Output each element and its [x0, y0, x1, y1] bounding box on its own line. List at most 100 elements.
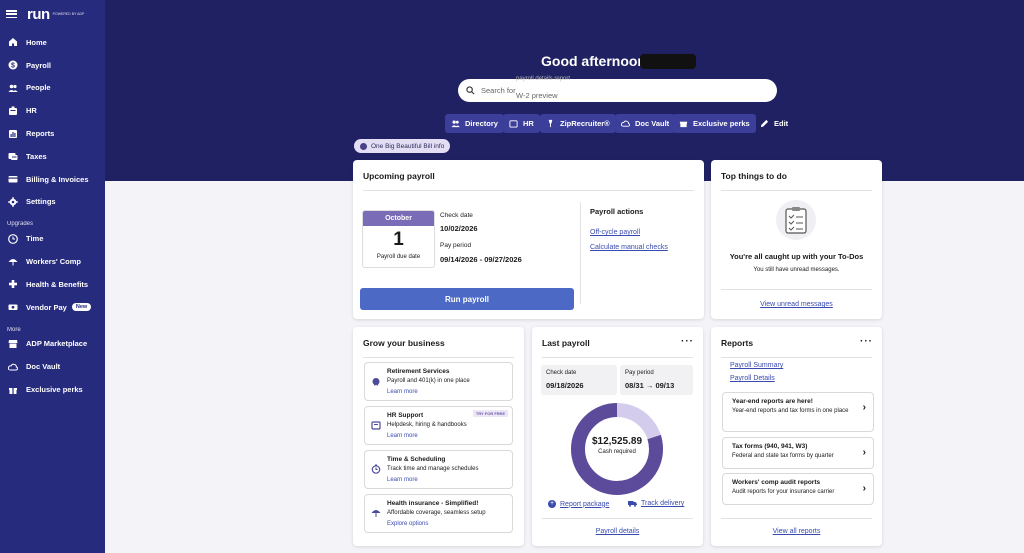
- quick-link-label: Doc Vault: [635, 119, 670, 128]
- hr-icon: [7, 105, 19, 117]
- more-options-icon[interactable]: ···: [860, 336, 873, 347]
- card-title: Reports: [721, 338, 754, 348]
- quick-link-doc-vault[interactable]: Doc Vault: [615, 114, 676, 133]
- greeting-text: Good afternoon,: [541, 53, 650, 69]
- menu-icon[interactable]: [6, 10, 17, 18]
- quick-link-ziprecruiter[interactable]: ZipRecruiter®: [540, 114, 616, 133]
- sidebar-item-label: Exclusive perks: [26, 385, 83, 395]
- promo-description: Affordable coverage, seamless setup: [387, 510, 486, 516]
- sidebar-item-settings[interactable]: Settings: [0, 191, 105, 214]
- quick-link-hr[interactable]: HR: [503, 114, 540, 133]
- pay-period-label: Pay period: [440, 242, 472, 249]
- info-pill[interactable]: One Big Beautiful Bill info: [354, 139, 451, 153]
- sidebar-item-reports[interactable]: Reports: [0, 122, 105, 145]
- sidebar-item-workers-comp[interactable]: Workers' Comp: [0, 250, 105, 273]
- sidebar-item-billing[interactable]: Billing & Invoices: [0, 168, 105, 191]
- upcoming-payroll-card: Upcoming payroll October 1 Payroll due d…: [353, 160, 704, 319]
- payroll-due-calendar: October 1 Payroll due date: [362, 210, 435, 268]
- check-date-label: Check date: [440, 212, 473, 219]
- quick-link-directory[interactable]: Directory: [445, 114, 504, 133]
- report-item-title: Year-end reports are here!: [732, 398, 813, 405]
- tax-forms-item[interactable]: Tax forms (940, 941, W3) Federal and sta…: [722, 437, 874, 469]
- promo-link[interactable]: Learn more: [387, 433, 418, 439]
- payroll-summary-link[interactable]: Payroll Summary: [730, 362, 783, 369]
- sidebar-item-label: Doc Vault: [26, 362, 61, 372]
- logo[interactable]: run: [27, 6, 50, 23]
- search-suggestion-current: W-2 preview: [516, 91, 558, 100]
- last-pay-period-box: Pay period 08/31 → 09/13: [620, 365, 693, 395]
- sidebar-item-label: Billing & Invoices: [26, 174, 89, 184]
- sidebar-item-vendor-pay[interactable]: Vendor Pay New: [0, 296, 105, 319]
- cash-required-label: Cash required: [598, 449, 636, 455]
- report-package-label: Report package: [560, 500, 610, 508]
- todo-headline: You're all caught up with your To-Dos: [729, 252, 864, 261]
- reports-icon: [7, 128, 19, 140]
- promo-link[interactable]: Explore options: [387, 521, 428, 527]
- sidebar-item-time[interactable]: Time: [0, 227, 105, 250]
- sidebar-item-marketplace[interactable]: ADP Marketplace: [0, 333, 105, 356]
- marketplace-icon: [7, 338, 19, 350]
- umbrella-icon: [371, 510, 381, 517]
- quick-link-label: ZipRecruiter®: [560, 119, 610, 128]
- track-delivery-link[interactable]: Track delivery: [628, 500, 684, 507]
- sidebar-item-exclusive-perks[interactable]: Exclusive perks: [0, 378, 105, 401]
- promo-link[interactable]: Learn more: [387, 477, 418, 483]
- run-payroll-button[interactable]: Run payroll: [360, 288, 574, 310]
- payroll-details-link[interactable]: Payroll details: [532, 528, 703, 535]
- stopwatch-icon: [371, 464, 381, 474]
- divider: [721, 289, 872, 290]
- quick-link-label: Exclusive perks: [693, 119, 750, 128]
- off-cycle-payroll-link[interactable]: Off-cycle payroll: [590, 229, 640, 236]
- sidebar-item-payroll[interactable]: $ Payroll: [0, 54, 105, 77]
- view-all-reports-link[interactable]: View all reports: [711, 528, 882, 535]
- calculate-manual-checks-link[interactable]: Calculate manual checks: [590, 244, 668, 251]
- try-for-free-tag: TRY FOR FREE: [472, 410, 508, 417]
- calendar-day: 1: [393, 229, 404, 250]
- promo-hr-support[interactable]: TRY FOR FREE HR Support Helpdesk, hiring…: [364, 406, 513, 445]
- search-input[interactable]: Search for payroll details report W-2 pr…: [458, 76, 777, 102]
- more-options-icon[interactable]: ···: [681, 336, 694, 347]
- report-package-link[interactable]: + Report package: [548, 500, 609, 508]
- promo-link[interactable]: Learn more: [387, 389, 418, 395]
- pay-period-value: 09/14/2026 - 09/27/2026: [440, 255, 522, 264]
- sidebar-item-label: Payroll: [26, 60, 52, 70]
- promo-time-scheduling[interactable]: Time & Scheduling Track time and manage …: [364, 450, 513, 489]
- quick-link-exclusive-perks[interactable]: Exclusive perks: [673, 114, 756, 133]
- sidebar-item-hr[interactable]: HR: [0, 99, 105, 122]
- edit-quick-links-button[interactable]: Edit: [754, 114, 794, 133]
- quick-link-label: Edit: [774, 119, 789, 128]
- sidebar-header: run POWERED BY ADP: [0, 0, 105, 28]
- view-unread-messages-link[interactable]: View unread messages: [711, 301, 882, 308]
- year-end-reports-item[interactable]: Year-end reports are here! Year-end repo…: [722, 392, 874, 432]
- search-suggestion-previous: payroll details report: [516, 76, 571, 82]
- gift-icon: [679, 121, 688, 128]
- gift-icon: [7, 384, 19, 396]
- sidebar-item-people[interactable]: People: [0, 77, 105, 100]
- clipboard-icon: [776, 200, 816, 240]
- new-badge: New: [71, 303, 92, 312]
- chevron-right-icon: ›: [862, 483, 866, 494]
- promo-retirement-services[interactable]: Retirement Services Payroll and 401(k) i…: [364, 362, 513, 401]
- divider: [542, 357, 693, 358]
- promo-health-insurance[interactable]: Health insurance - Simplified! Affordabl…: [364, 494, 513, 533]
- last-payroll-card: Last payroll ··· Check date 09/18/2026 P…: [532, 327, 703, 546]
- cloud-icon: [621, 120, 630, 127]
- vendor-icon: [7, 301, 19, 313]
- sidebar-item-health[interactable]: Health & Benefits: [0, 273, 105, 296]
- pencil-icon: [760, 119, 769, 128]
- payroll-details-report-link[interactable]: Payroll Details: [730, 375, 775, 382]
- card-title: Top things to do: [721, 171, 787, 181]
- pay-period-end: 09/13: [655, 381, 675, 390]
- info-pill-label: One Big Beautiful Bill info: [371, 142, 445, 150]
- promo-description: Helpdesk, hiring & handbooks: [387, 422, 467, 428]
- sidebar-item-label: Time: [26, 234, 44, 244]
- sidebar-item-home[interactable]: Home: [0, 31, 105, 54]
- sidebar-item-label: ADP Marketplace: [26, 339, 88, 349]
- card-title: Upcoming payroll: [363, 171, 435, 181]
- sidebar-item-taxes[interactable]: Taxes: [0, 145, 105, 168]
- people-icon: [451, 120, 460, 128]
- more-heading: More: [7, 326, 21, 333]
- sidebar-item-doc-vault[interactable]: Doc Vault: [0, 355, 105, 378]
- workers-comp-audit-item[interactable]: Workers' comp audit reports Audit report…: [722, 473, 874, 505]
- sidebar-item-label: Taxes: [26, 151, 47, 161]
